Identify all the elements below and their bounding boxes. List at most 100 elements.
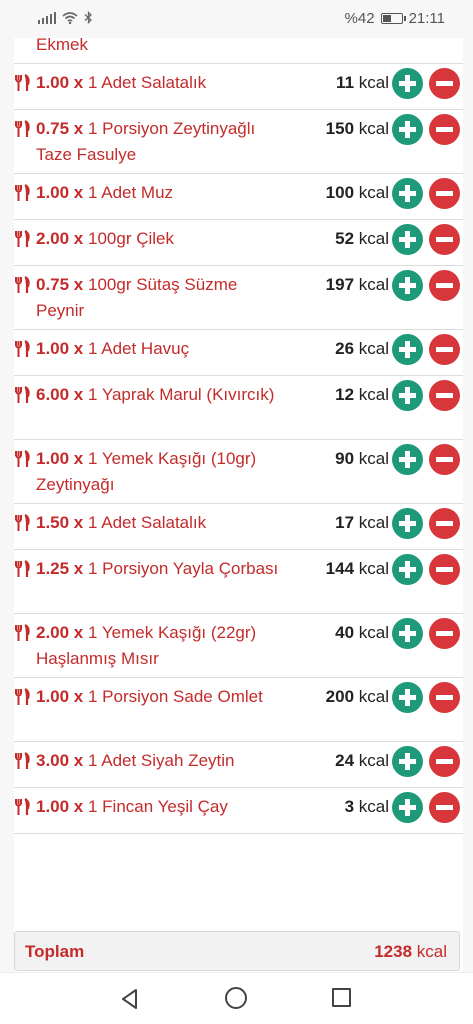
minus-icon[interactable]	[429, 746, 460, 777]
food-row: 2.00 x 1 Yemek Kaşığı (22gr) Haşlanmış M…	[14, 614, 463, 678]
minus-icon[interactable]	[429, 618, 460, 649]
food-quantity: 1.50 x	[36, 513, 84, 532]
total-number: 1238	[374, 942, 413, 961]
food-description: 1 Adet Salatalık	[88, 73, 207, 92]
food-description: 1 Dilim (35gr) Glutensiz Ekmek	[36, 38, 88, 54]
minus-icon[interactable]	[429, 224, 460, 255]
minus-icon[interactable]	[429, 178, 460, 209]
plus-icon[interactable]	[392, 334, 423, 365]
clock: 21:11	[408, 10, 445, 27]
food-row: 1.00 x 1 Fincan Yeşil Çay 3 kcal	[14, 788, 463, 834]
food-quantity: 1.00 x	[36, 797, 84, 816]
minus-icon[interactable]	[429, 68, 460, 99]
food-kcal-unit: kcal	[358, 385, 389, 404]
total-label: Toplam	[25, 942, 85, 961]
food-description: 1 Adet Salatalık	[88, 513, 207, 532]
food-kcal-unit: kcal	[358, 339, 389, 358]
food-calories: 3 kcal	[345, 794, 389, 820]
minus-icon[interactable]	[429, 792, 460, 823]
food-quantity: 0.75 x	[36, 275, 84, 294]
fork-knife-icon	[14, 752, 32, 770]
food-kcal-unit: kcal	[358, 797, 389, 816]
food-calories: 100 kcal	[326, 180, 389, 206]
food-kcal-unit: kcal	[358, 449, 389, 468]
food-kcal-value: 40	[335, 623, 355, 642]
food-kcal-unit: kcal	[358, 183, 389, 202]
food-item-text: 0.75 x 100gr Sütaş Süzme Peynir	[36, 272, 286, 324]
food-quantity: 3.00 x	[36, 751, 84, 770]
food-item-text: 2.00 x 1 Dilim (35gr) Glutensiz Ekmek	[36, 38, 286, 58]
food-kcal-value: 12	[335, 385, 355, 404]
plus-icon[interactable]	[392, 68, 423, 99]
food-quantity: 1.00 x	[36, 339, 84, 358]
food-kcal-value: 17	[335, 513, 355, 532]
food-row: 1.00 x 1 Adet Havuç 26 kcal	[14, 330, 463, 376]
minus-icon[interactable]	[429, 334, 460, 365]
back-icon[interactable]	[118, 987, 142, 1011]
food-row: 1.00 x 1 Yemek Kaşığı (10gr) Zeytinyağı 9…	[14, 440, 463, 504]
food-quantity: 0.75 x	[36, 119, 84, 138]
minus-icon[interactable]	[429, 380, 460, 411]
plus-icon[interactable]	[392, 178, 423, 209]
food-item-text: 1.50 x 1 Adet Salatalık	[36, 510, 306, 536]
food-row: 1.00 x 1 Adet Muz 100 kcal	[14, 174, 463, 220]
food-item-text: 1.00 x 1 Adet Salatalık	[36, 70, 306, 96]
total-box: Toplam 1238 kcal	[14, 931, 460, 971]
food-row: 2.00 x 100gr Çilek 52 kcal	[14, 220, 463, 266]
food-kcal-unit: kcal	[358, 513, 389, 532]
food-item-text: 1.00 x 1 Adet Muz	[36, 180, 306, 206]
food-description: 1 Porsiyon Sade Omlet	[88, 687, 263, 706]
plus-icon[interactable]	[392, 618, 423, 649]
food-row: 1.00 x 1 Porsiyon Sade Omlet 200 kcal	[14, 678, 463, 742]
status-bar: %42 21:11	[0, 0, 473, 38]
food-quantity: 1.00 x	[36, 449, 84, 468]
food-quantity: 1.25 x	[36, 559, 84, 578]
total-unit: kcal	[416, 942, 447, 961]
home-icon[interactable]	[225, 987, 247, 1009]
plus-icon[interactable]	[392, 508, 423, 539]
food-calories: 11 kcal	[336, 70, 389, 96]
food-row: 1.00 x 1 Adet Salatalık 11 kcal	[14, 64, 463, 110]
plus-icon[interactable]	[392, 270, 423, 301]
food-kcal-value: 150	[325, 119, 355, 138]
food-item-text: 6.00 x 1 Yaprak Marul (Kıvırcık)	[36, 382, 286, 408]
food-calories: 90 kcal	[335, 446, 389, 472]
food-quantity: 1.00 x	[36, 183, 84, 202]
food-row: 6.00 x 1 Yaprak Marul (Kıvırcık) 12 kcal	[14, 376, 463, 440]
food-kcal-value: 24	[335, 751, 355, 770]
minus-icon[interactable]	[429, 682, 460, 713]
minus-icon[interactable]	[429, 444, 460, 475]
food-item-text: 2.00 x 1 Yemek Kaşığı (22gr) Haşlanmış M…	[36, 620, 286, 672]
minus-icon[interactable]	[429, 554, 460, 585]
food-row: 0.75 x 100gr Sütaş Süzme Peynir 197 kcal	[14, 266, 463, 330]
plus-icon[interactable]	[392, 792, 423, 823]
food-calories: 26 kcal	[335, 336, 389, 362]
plus-icon[interactable]	[392, 746, 423, 777]
plus-icon[interactable]	[392, 554, 423, 585]
minus-icon[interactable]	[429, 508, 460, 539]
food-description: 1 Adet Siyah Zeytin	[88, 751, 235, 770]
fork-knife-icon	[14, 120, 32, 138]
plus-icon[interactable]	[392, 114, 423, 145]
plus-icon[interactable]	[392, 224, 423, 255]
food-calories: 52 kcal	[335, 226, 389, 252]
food-kcal-value: 90	[335, 449, 355, 468]
food-kcal-unit: kcal	[358, 73, 389, 92]
plus-icon[interactable]	[392, 444, 423, 475]
fork-knife-icon	[14, 560, 32, 578]
fork-knife-icon	[14, 340, 32, 358]
food-quantity: 6.00 x	[36, 385, 84, 404]
food-calories: 150 kcal	[326, 116, 389, 142]
minus-icon[interactable]	[429, 114, 460, 145]
food-row: 3.00 x 1 Adet Siyah Zeytin 24 kcal	[14, 742, 463, 788]
food-calories: 12 kcal	[335, 382, 389, 408]
minus-icon[interactable]	[429, 270, 460, 301]
plus-icon[interactable]	[392, 682, 423, 713]
plus-icon[interactable]	[392, 380, 423, 411]
food-kcal-unit: kcal	[358, 275, 389, 294]
recent-apps-icon[interactable]	[332, 988, 351, 1007]
food-quantity: 2.00 x	[36, 623, 84, 642]
food-description: 1 Yaprak Marul (Kıvırcık)	[88, 385, 275, 404]
food-quantity: 1.00 x	[36, 73, 84, 92]
food-calories: 40 kcal	[335, 620, 389, 646]
